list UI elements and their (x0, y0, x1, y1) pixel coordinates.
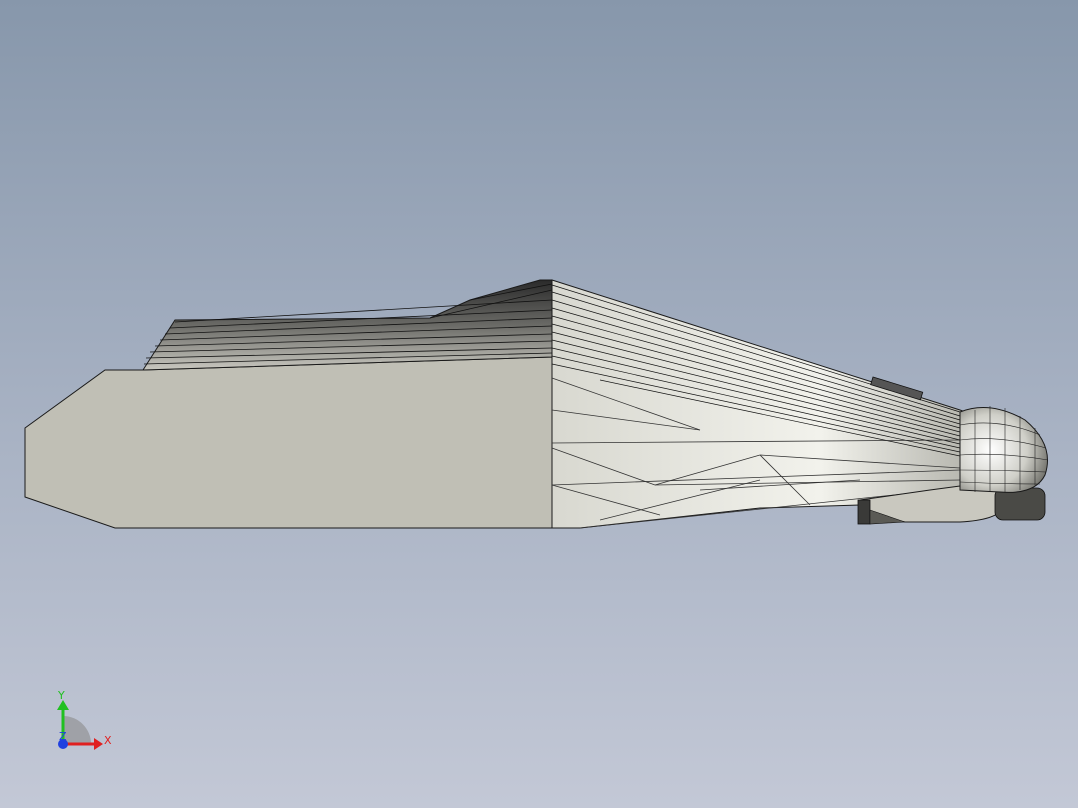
cad-model[interactable] (0, 0, 1078, 808)
nose-tip-sphere (959, 407, 1048, 493)
pod-tail (994, 487, 1046, 521)
x-axis-label: X (104, 734, 112, 747)
pod-bracket (857, 499, 871, 525)
x-axis-arrow (94, 738, 103, 750)
main-body-face (24, 356, 553, 529)
triad-arc (63, 716, 91, 744)
3d-viewport[interactable]: Y X Z (0, 0, 1078, 808)
y-axis-label: Y (57, 689, 65, 702)
orientation-triad[interactable]: Y X Z (40, 680, 130, 760)
z-axis-label: Z (59, 730, 67, 743)
